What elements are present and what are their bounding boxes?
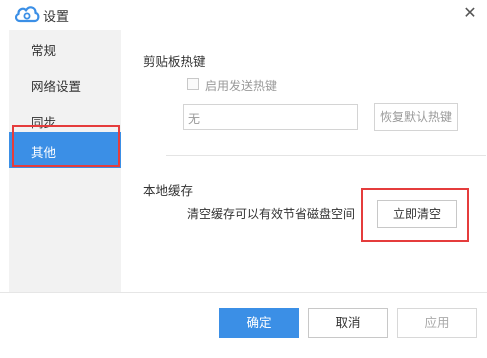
enable-hotkey-label: 启用发送热键 (205, 79, 278, 93)
sidebar: 常规 网络设置 同步 其他 (9, 30, 121, 292)
close-button[interactable]: ✕ (459, 2, 481, 24)
sidebar-item-label: 同步 (31, 115, 57, 130)
cache-description: 清空缓存可以有效节省磁盘空间 (187, 207, 356, 221)
restore-default-hotkey-button[interactable]: 恢复默认热键 (374, 103, 458, 131)
apply-button[interactable]: 应用 (397, 308, 477, 338)
sidebar-item-other[interactable]: 其他 (9, 132, 121, 168)
sidebar-item-network[interactable]: 网络设置 (9, 66, 121, 102)
section-divider (166, 155, 486, 156)
ok-button[interactable]: 确定 (219, 308, 299, 338)
sidebar-item-general[interactable]: 常规 (9, 30, 121, 66)
footer-divider (0, 292, 487, 293)
hotkey-input[interactable]: 无 (183, 104, 358, 130)
clear-cache-button[interactable]: 立即清空 (377, 200, 457, 228)
sidebar-item-label: 网络设置 (31, 79, 82, 94)
sidebar-item-label: 其他 (31, 145, 57, 160)
sidebar-item-label: 常规 (31, 43, 57, 58)
window-title: 设置 (43, 10, 70, 25)
enable-hotkey-checkbox[interactable] (187, 78, 199, 90)
close-icon: ✕ (463, 3, 477, 22)
clipboard-section-title: 剪贴板热键 (143, 54, 206, 69)
cancel-button[interactable]: 取消 (308, 308, 388, 338)
title-bar: 设置 ✕ (0, 0, 487, 28)
hotkey-input-value: 无 (188, 112, 201, 126)
cache-section-title: 本地缓存 (143, 183, 194, 198)
cloud-logo-icon (14, 6, 40, 23)
